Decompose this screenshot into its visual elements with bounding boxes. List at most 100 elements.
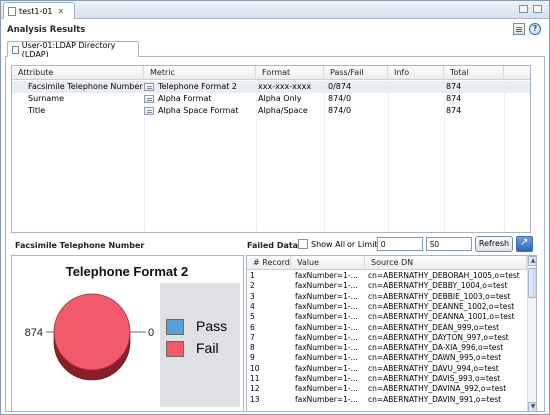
page-title: Analysis Results bbox=[7, 25, 86, 35]
source-tabs: User-01:LDAP Directory (LDAP) bbox=[5, 41, 545, 59]
total-cell: 874 bbox=[446, 82, 462, 91]
table-row[interactable]: 12 faxNumber=1-... cn=ABERNATHY_DAVINA_992… bbox=[247, 384, 527, 394]
value-cell: faxNumber=1-... bbox=[295, 301, 358, 311]
value-cell: faxNumber=1-... bbox=[295, 312, 358, 322]
info-cell bbox=[390, 81, 444, 93]
offset-input[interactable] bbox=[377, 237, 423, 251]
record-cell: 6 bbox=[250, 322, 255, 332]
page-header: Analysis Results ? bbox=[1, 19, 549, 39]
record-cell: 4 bbox=[250, 301, 255, 311]
record-cell: 3 bbox=[250, 291, 255, 301]
source-dn-cell: cn=ABERNATHY_DEBBY_1004,o=test bbox=[368, 281, 508, 291]
legend-label-pass: Pass bbox=[196, 318, 228, 334]
pie-slice-fail bbox=[53, 293, 131, 371]
table-row[interactable]: Title Alpha Space Format Alpha/Space 874… bbox=[12, 105, 530, 117]
table-row[interactable]: 5 faxNumber=1-... cn=ABERNATHY_DEANNA_1001… bbox=[247, 312, 527, 322]
table-row[interactable]: 4 faxNumber=1-... cn=ABERNATHY_DEANNE_1002… bbox=[247, 302, 527, 312]
record-cell: 5 bbox=[250, 312, 255, 322]
editor-tab-label: test1-01 bbox=[19, 6, 53, 16]
value-cell: faxNumber=1-... bbox=[295, 384, 358, 394]
value-cell: faxNumber=1-... bbox=[295, 343, 358, 353]
table-row[interactable]: 2 faxNumber=1-... cn=ABERNATHY_DEBBY_1004,… bbox=[247, 281, 527, 291]
limit-input[interactable] bbox=[426, 237, 472, 251]
chart-panel: Telephone Format 2 874 0 Pass Fail bbox=[11, 255, 244, 412]
source-dn-cell: cn=ABERNATHY_DA-XIA_996,o=test bbox=[368, 343, 504, 353]
column-header-value[interactable]: Value bbox=[291, 256, 365, 270]
table-row[interactable]: 11 faxNumber=1-... cn=ABERNATHY_DAVIS_993,… bbox=[247, 374, 527, 384]
value-cell: faxNumber=1-... bbox=[295, 332, 358, 342]
show-all-checkbox[interactable] bbox=[298, 239, 308, 249]
metric-cell: Alpha Space Format bbox=[158, 106, 239, 115]
table-row[interactable]: 3 faxNumber=1-... cn=ABERNATHY_DEBBIE_1003… bbox=[247, 292, 527, 302]
column-header-source-dn[interactable]: Source DN bbox=[365, 256, 527, 270]
table-row[interactable]: Facsimile Telephone Number Telephone For… bbox=[12, 81, 530, 93]
column-header-passfail[interactable]: Pass/Fail bbox=[324, 66, 388, 80]
record-cell: 8 bbox=[250, 343, 255, 353]
maximize-button[interactable] bbox=[533, 5, 542, 13]
show-all-label: Show All bbox=[311, 240, 346, 249]
chart-legend: Pass Fail bbox=[160, 283, 240, 407]
column-header-info[interactable]: Info bbox=[388, 66, 444, 80]
help-icon[interactable]: ? bbox=[529, 23, 541, 35]
metric-icon bbox=[144, 95, 154, 103]
table-row[interactable]: 1 faxNumber=1-... cn=ABERNATHY_DEBORAH_100… bbox=[247, 271, 527, 281]
table-row[interactable]: Surname Alpha Format Alpha Only 874/0 87… bbox=[12, 93, 530, 105]
value-cell: faxNumber=1-... bbox=[295, 374, 358, 383]
document-icon bbox=[12, 46, 19, 54]
report-icon[interactable] bbox=[513, 23, 525, 35]
column-header-attribute[interactable]: Attribute bbox=[12, 66, 144, 80]
table-row[interactable]: 13 faxNumber=1-... cn=ABERNATHY_DAVIN_991,… bbox=[247, 395, 527, 405]
table-row[interactable]: 6 faxNumber=1-... cn=ABERNATHY_DEAN_999,o=… bbox=[247, 323, 527, 333]
value-cell: faxNumber=1-... bbox=[295, 363, 358, 373]
source-dn-cell: cn=ABERNATHY_DEAN_999,o=test bbox=[368, 322, 500, 332]
table-header: # Record Value Source DN bbox=[247, 256, 527, 270]
failed-data-title: Failed Data bbox=[247, 241, 299, 250]
table-row[interactable]: 10 faxNumber=1-... cn=ABERNATHY_DAVU_994,o… bbox=[247, 364, 527, 374]
editor-tab-test1-01[interactable]: test1-01 ✕ bbox=[3, 2, 75, 19]
info-cell bbox=[390, 105, 444, 117]
pie-group: 874 0 bbox=[25, 293, 154, 381]
info-cell bbox=[390, 93, 444, 105]
table-row[interactable]: 8 faxNumber=1-... cn=ABERNATHY_DA-XIA_996,… bbox=[247, 343, 527, 353]
legend-swatch-pass bbox=[166, 319, 184, 335]
value-cell: faxNumber=1-... bbox=[295, 353, 358, 363]
scroll-down-icon[interactable]: ▼ bbox=[528, 402, 536, 411]
table-row[interactable]: 7 faxNumber=1-... cn=ABERNATHY_DAYTON_997,… bbox=[247, 333, 527, 343]
legend-label-fail: Fail bbox=[196, 340, 219, 356]
vertical-scrollbar[interactable]: ▲ ▼ bbox=[527, 256, 536, 411]
record-cell: 10 bbox=[250, 363, 260, 373]
passfail-cell: 874/0 bbox=[328, 106, 352, 115]
format-cell: Alpha Only bbox=[258, 94, 302, 103]
column-header-record[interactable]: # Record bbox=[247, 256, 291, 270]
scroll-up-icon[interactable]: ▲ bbox=[528, 256, 536, 266]
record-cell: 13 bbox=[250, 394, 260, 404]
source-dn-cell: cn=ABERNATHY_DAVINA_992,o=test bbox=[368, 384, 507, 394]
record-cell: 11 bbox=[250, 374, 260, 383]
column-header-metric[interactable]: Metric bbox=[144, 66, 256, 80]
value-cell: faxNumber=1-... bbox=[295, 271, 358, 280]
metric-icon bbox=[144, 83, 154, 91]
scroll-thumb[interactable] bbox=[528, 268, 536, 298]
passfail-cell: 874/0 bbox=[328, 94, 352, 103]
metric-icon bbox=[144, 107, 154, 115]
document-icon bbox=[8, 6, 16, 16]
legend-swatch-fail bbox=[166, 341, 184, 357]
column-header-total[interactable]: Total bbox=[444, 66, 504, 80]
refresh-button[interactable]: Refresh bbox=[475, 236, 513, 252]
tab-ldap-directory[interactable]: User-01:LDAP Directory (LDAP) bbox=[7, 41, 139, 59]
minimize-button[interactable] bbox=[519, 5, 528, 13]
source-dn-cell: cn=ABERNATHY_DEANNA_1001,o=test bbox=[368, 312, 515, 322]
attributes-table: Attribute Metric Format Pass/Fail Info T… bbox=[11, 65, 531, 233]
value-cell: faxNumber=1-... bbox=[295, 291, 358, 301]
pie-label-left: 874 bbox=[25, 327, 43, 339]
export-icon[interactable] bbox=[516, 236, 533, 252]
source-dn-cell: cn=ABERNATHY_DEBBIE_1003,o=test bbox=[368, 291, 511, 301]
total-cell: 874 bbox=[446, 106, 462, 115]
metric-cell: Telephone Format 2 bbox=[158, 82, 237, 91]
table-row[interactable]: 9 faxNumber=1-... cn=ABERNATHY_DAWN_995,o=… bbox=[247, 353, 527, 363]
column-header-format[interactable]: Format bbox=[256, 66, 324, 80]
pie-label-right: 0 bbox=[148, 327, 154, 339]
record-cell: 9 bbox=[250, 353, 255, 363]
source-dn-cell: cn=ABERNATHY_DAVU_994,o=test bbox=[368, 363, 499, 373]
close-icon[interactable]: ✕ bbox=[58, 7, 65, 16]
